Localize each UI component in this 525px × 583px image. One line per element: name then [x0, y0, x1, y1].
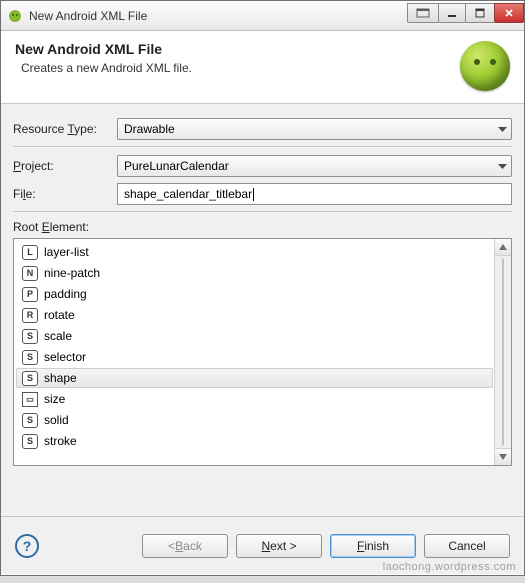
element-glyph-icon: L — [22, 245, 38, 260]
next-button[interactable]: Next > — [236, 534, 322, 558]
list-item-label: layer-list — [44, 245, 89, 259]
help-icon[interactable]: ? — [15, 534, 39, 558]
project-select[interactable]: PureLunarCalendar — [117, 155, 512, 177]
window-buttons — [408, 3, 524, 23]
element-glyph-icon: R — [22, 308, 38, 323]
element-glyph-icon: ▭ — [22, 392, 38, 407]
finish-button[interactable]: Finish — [330, 534, 416, 558]
scroll-down-button[interactable] — [495, 448, 512, 465]
titlebar[interactable]: New Android XML File — [1, 1, 524, 31]
scrollbar[interactable] — [494, 239, 511, 465]
wizard-body: Resource Type: Drawable Project: PureLun… — [1, 104, 524, 516]
list-item[interactable]: Sscale — [16, 326, 493, 346]
list-item-label: rotate — [44, 308, 75, 322]
element-glyph-icon: S — [22, 329, 38, 344]
file-row: File: shape_calendar_titlebar — [13, 183, 512, 205]
resource-type-value: Drawable — [124, 122, 175, 136]
page-title: New Android XML File — [15, 41, 460, 57]
list-item[interactable]: Nnine-patch — [16, 263, 493, 283]
scroll-thumb[interactable] — [502, 258, 504, 446]
window-title: New Android XML File — [29, 9, 408, 23]
element-glyph-icon: S — [22, 413, 38, 428]
file-label: File: — [13, 187, 117, 201]
element-glyph-icon: N — [22, 266, 38, 281]
list-item[interactable]: Ssolid — [16, 410, 493, 430]
cancel-button[interactable]: Cancel — [424, 534, 510, 558]
element-glyph-icon: S — [22, 371, 38, 386]
page-subtitle: Creates a new Android XML file. — [15, 61, 460, 75]
separator — [13, 211, 512, 212]
project-value: PureLunarCalendar — [124, 159, 229, 173]
resource-type-label: Resource Type: — [13, 122, 117, 136]
list-item-label: solid — [44, 413, 69, 427]
list-item[interactable]: Sshape — [16, 368, 493, 388]
back-button[interactable]: < Back — [142, 534, 228, 558]
list-item[interactable]: Sselector — [16, 347, 493, 367]
app-icon — [7, 8, 23, 24]
resource-type-row: Resource Type: Drawable — [13, 118, 512, 140]
chevron-down-icon — [498, 122, 507, 136]
android-logo-icon — [460, 41, 510, 91]
element-glyph-icon: S — [22, 434, 38, 449]
root-element-label: Root Element: — [13, 220, 512, 234]
wizard-footer: ? < Back Next > Finish Cancel — [1, 516, 524, 574]
chevron-down-icon — [498, 159, 507, 173]
close-button[interactable] — [494, 3, 524, 23]
separator — [13, 146, 512, 147]
list-item[interactable]: Ppadding — [16, 284, 493, 304]
list-item[interactable]: Sstroke — [16, 431, 493, 451]
project-label: Project: — [13, 159, 117, 173]
list-item[interactable]: ▭ size — [16, 389, 493, 409]
text-caret — [253, 188, 254, 201]
list-item-label: nine-patch — [44, 266, 100, 280]
resource-type-select[interactable]: Drawable — [117, 118, 512, 140]
scroll-up-button[interactable] — [495, 239, 512, 256]
element-glyph-icon: P — [22, 287, 38, 302]
list-item-label: size — [44, 392, 65, 406]
list-item-label: shape — [44, 371, 77, 385]
maximize-button[interactable] — [465, 3, 495, 23]
list-item-label: stroke — [44, 434, 77, 448]
project-row: Project: PureLunarCalendar — [13, 155, 512, 177]
dialog-window: New Android XML File New Android XML Fil… — [0, 0, 525, 576]
wizard-header: New Android XML File Creates a new Andro… — [1, 31, 524, 104]
list-item-label: padding — [44, 287, 87, 301]
list-item-label: scale — [44, 329, 72, 343]
minimize-button[interactable] — [438, 3, 466, 23]
element-glyph-icon: S — [22, 350, 38, 365]
list-item-label: selector — [44, 350, 86, 364]
file-value: shape_calendar_titlebar — [124, 187, 252, 201]
list-item[interactable]: Rrotate — [16, 305, 493, 325]
file-input[interactable]: shape_calendar_titlebar — [117, 183, 512, 205]
root-element-list[interactable]: Llayer-listNnine-patchPpaddingRrotateSsc… — [13, 238, 512, 466]
thumbnail-button[interactable] — [407, 3, 439, 23]
list-item[interactable]: Llayer-list — [16, 242, 493, 262]
